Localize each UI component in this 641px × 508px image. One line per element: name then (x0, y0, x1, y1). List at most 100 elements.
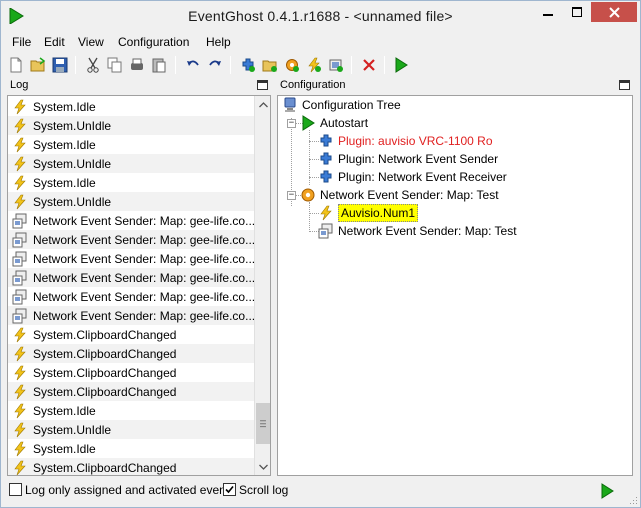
tree-event[interactable]: Auvisio.Num1 (318, 204, 419, 222)
log-row-text: System.Idle (33, 403, 96, 418)
scroll-thumb[interactable] (256, 402, 270, 445)
log-row-text: System.ClipboardChanged (33, 365, 177, 380)
redo-button[interactable] (205, 55, 225, 75)
tree-root[interactable]: Configuration Tree (282, 96, 401, 114)
add-macro-icon (286, 59, 299, 72)
tree-line (309, 202, 310, 230)
menu-help[interactable]: Help (206, 35, 231, 49)
scroll-up-button[interactable] (255, 96, 270, 113)
log-row[interactable]: System.ClipboardChanged (8, 325, 255, 344)
computer-icon (284, 97, 296, 112)
tree-event-label: Auvisio.Num1 (338, 204, 419, 222)
add-folder-icon (262, 60, 277, 72)
pin-icon[interactable] (257, 80, 268, 90)
log-only-checkbox[interactable] (9, 483, 22, 496)
add-macro-button[interactable] (282, 55, 302, 75)
log-row[interactable]: Network Event Sender: Map: gee-life.co..… (8, 268, 255, 287)
tree-root-label: Configuration Tree (302, 98, 401, 112)
scroll-down-button[interactable] (255, 458, 270, 475)
open-folder-icon (30, 57, 46, 72)
cut-button[interactable] (83, 55, 103, 75)
delete-button[interactable] (359, 55, 379, 75)
menu-view[interactable]: View (78, 35, 104, 49)
log-row[interactable]: Network Event Sender: Map: gee-life.co..… (8, 287, 255, 306)
main-window: EventGhost 0.4.1.r1688 - <unnamed file> … (0, 0, 641, 508)
log-row[interactable]: System.Idle (8, 97, 255, 116)
log-row[interactable]: System.ClipboardChanged (8, 458, 255, 475)
log-scrollbar[interactable] (254, 96, 270, 475)
collapse-macro-toggle[interactable]: − (287, 191, 296, 200)
log-row[interactable]: System.UnIdle (8, 116, 255, 135)
add-action-icon (329, 59, 343, 72)
log-row[interactable]: System.Idle (8, 401, 255, 420)
execute-button[interactable] (391, 55, 411, 75)
add-action-button[interactable] (326, 55, 346, 75)
add-plugin-button[interactable] (238, 55, 258, 75)
log-row[interactable]: System.Idle (8, 173, 255, 192)
log-row[interactable]: System.UnIdle (8, 192, 255, 211)
tree-plugin-label: Plugin: Network Event Sender (338, 152, 499, 166)
minimize-button[interactable] (533, 2, 562, 22)
log-row[interactable]: Network Event Sender: Map: gee-life.co..… (8, 306, 255, 325)
tree-plugin-auvisio[interactable]: Plugin: auvisio VRC-1100 Ro (318, 132, 493, 150)
maximize-button[interactable] (562, 2, 591, 22)
add-event-button[interactable] (304, 55, 324, 75)
toolbar-separator (384, 56, 385, 74)
play-icon (302, 115, 315, 131)
log-row-text: Network Event Sender: Map: gee-life.co..… (33, 232, 255, 247)
log-row[interactable]: Network Event Sender: Map: gee-life.co..… (8, 249, 255, 268)
network-icon (12, 232, 27, 247)
log-row[interactable]: System.UnIdle (8, 154, 255, 173)
open-button[interactable] (28, 55, 48, 75)
collapse-autostart-toggle[interactable]: − (287, 119, 296, 128)
event-icon (14, 99, 26, 114)
log-row[interactable]: System.ClipboardChanged (8, 382, 255, 401)
toolbar (1, 52, 640, 78)
config-panel-title: Configuration (280, 79, 346, 91)
log-row-text: System.ClipboardChanged (33, 384, 177, 399)
close-button[interactable] (591, 2, 637, 22)
configuration-tree[interactable]: − − Configuration Tree Autostart Plugin:… (277, 95, 633, 476)
log-row[interactable]: Network Event Sender: Map: gee-life.co..… (8, 230, 255, 249)
tree-plugin-network-sender[interactable]: Plugin: Network Event Sender (318, 150, 498, 168)
log-row-text: System.ClipboardChanged (33, 460, 177, 475)
menu-file[interactable]: File (12, 35, 31, 49)
menu-edit[interactable]: Edit (44, 35, 65, 49)
add-folder-button[interactable] (260, 55, 280, 75)
run-button[interactable] (597, 481, 617, 501)
python-button[interactable] (127, 55, 147, 75)
log-row-text: System.Idle (33, 99, 96, 114)
log-row[interactable]: System.Idle (8, 439, 255, 458)
tree-plugin-label: Plugin: auvisio VRC-1100 Ro (338, 134, 493, 148)
close-icon (608, 6, 620, 18)
event-icon (320, 205, 332, 221)
pin-icon[interactable] (619, 80, 630, 90)
log-list[interactable]: System.ClipboardChanged System.Idle System… (7, 95, 271, 476)
log-row[interactable]: System.ClipboardChanged (8, 344, 255, 363)
tree-macro[interactable]: Network Event Sender: Map: Test (300, 186, 499, 204)
resize-grip-icon[interactable] (628, 495, 638, 505)
menu-configuration[interactable]: Configuration (118, 35, 189, 49)
copy-icon (107, 57, 122, 73)
log-row[interactable]: System.UnIdle (8, 420, 255, 439)
chevron-up-icon (258, 101, 268, 107)
log-row[interactable]: System.Idle (8, 135, 255, 154)
python-icon (131, 58, 143, 70)
menu-bar: File Edit View Configuration Help (1, 32, 640, 52)
tree-autostart[interactable]: Autostart (300, 114, 368, 132)
play-icon (601, 483, 614, 499)
log-row[interactable]: Network Event Sender: Map: gee-life.co..… (8, 211, 255, 230)
save-button[interactable] (50, 55, 70, 75)
network-icon (12, 270, 27, 285)
copy-button[interactable] (105, 55, 125, 75)
toolbar-separator (75, 56, 76, 74)
tree-plugin-network-receiver[interactable]: Plugin: Network Event Receiver (318, 168, 507, 186)
scroll-log-checkbox[interactable] (223, 483, 236, 496)
undo-button[interactable] (183, 55, 203, 75)
tree-action[interactable]: Network Event Sender: Map: Test (318, 222, 517, 240)
paste-button[interactable] (149, 55, 169, 75)
event-icon (14, 137, 26, 152)
add-plugin-icon (242, 58, 255, 72)
log-row[interactable]: System.ClipboardChanged (8, 363, 255, 382)
new-file-button[interactable] (6, 55, 26, 75)
